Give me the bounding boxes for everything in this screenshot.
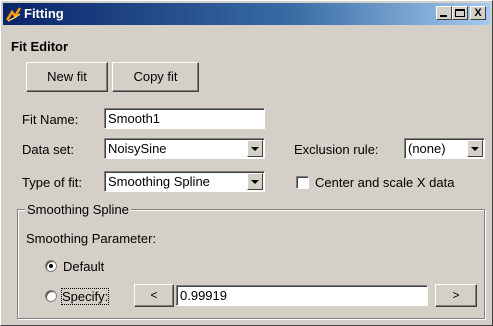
fit-name-label: Fit Name: — [22, 112, 79, 127]
increase-button[interactable]: > — [435, 284, 477, 307]
data-set-label: Data set: — [22, 142, 75, 157]
data-set-select[interactable]: NoisySine — [104, 138, 265, 159]
maximize-button[interactable] — [452, 6, 468, 20]
specify-radio[interactable] — [45, 290, 57, 302]
decrease-button[interactable]: < — [134, 284, 174, 307]
minimize-icon — [440, 15, 447, 17]
chevron-down-icon[interactable] — [247, 140, 263, 157]
type-of-fit-value: Smoothing Spline — [108, 174, 210, 189]
exclusion-rule-value: (none) — [408, 141, 446, 156]
default-radio-label[interactable]: Default — [63, 259, 104, 274]
default-radio[interactable] — [45, 260, 57, 272]
center-scale-checkbox[interactable] — [296, 176, 309, 189]
chevron-down-icon[interactable] — [247, 173, 263, 190]
close-button[interactable]: X — [470, 6, 486, 20]
center-scale-label[interactable]: Center and scale X data — [315, 175, 454, 190]
type-of-fit-label: Type of fit: — [22, 175, 82, 190]
smoothing-parameter-label: Smoothing Parameter: — [26, 231, 157, 246]
close-icon: X — [474, 7, 482, 19]
window-title: Fitting — [24, 6, 64, 21]
chevron-down-icon[interactable] — [467, 140, 483, 157]
data-set-value: NoisySine — [108, 141, 167, 156]
smoothing-value-input[interactable]: 0.99919 — [176, 285, 428, 306]
type-of-fit-select[interactable]: Smoothing Spline — [104, 171, 265, 192]
fit-name-input[interactable]: Smooth1 — [104, 108, 265, 129]
fitting-app-icon — [6, 7, 22, 22]
maximize-icon — [455, 9, 465, 17]
specify-radio-label[interactable]: Specify: — [60, 288, 110, 305]
title-bar[interactable]: Fitting X — [3, 3, 490, 25]
new-fit-button[interactable]: New fit — [26, 62, 108, 92]
smoothing-spline-group-title: Smoothing Spline — [25, 202, 131, 217]
copy-fit-button[interactable]: Copy fit — [112, 62, 199, 92]
fit-editor-heading: Fit Editor — [11, 39, 69, 54]
exclusion-rule-label: Exclusion rule: — [294, 142, 379, 157]
exclusion-rule-select[interactable]: (none) — [404, 138, 485, 159]
minimize-button[interactable] — [436, 6, 452, 20]
fitting-window: Fitting X Fit Editor New fit Copy fit Fi… — [0, 0, 493, 326]
